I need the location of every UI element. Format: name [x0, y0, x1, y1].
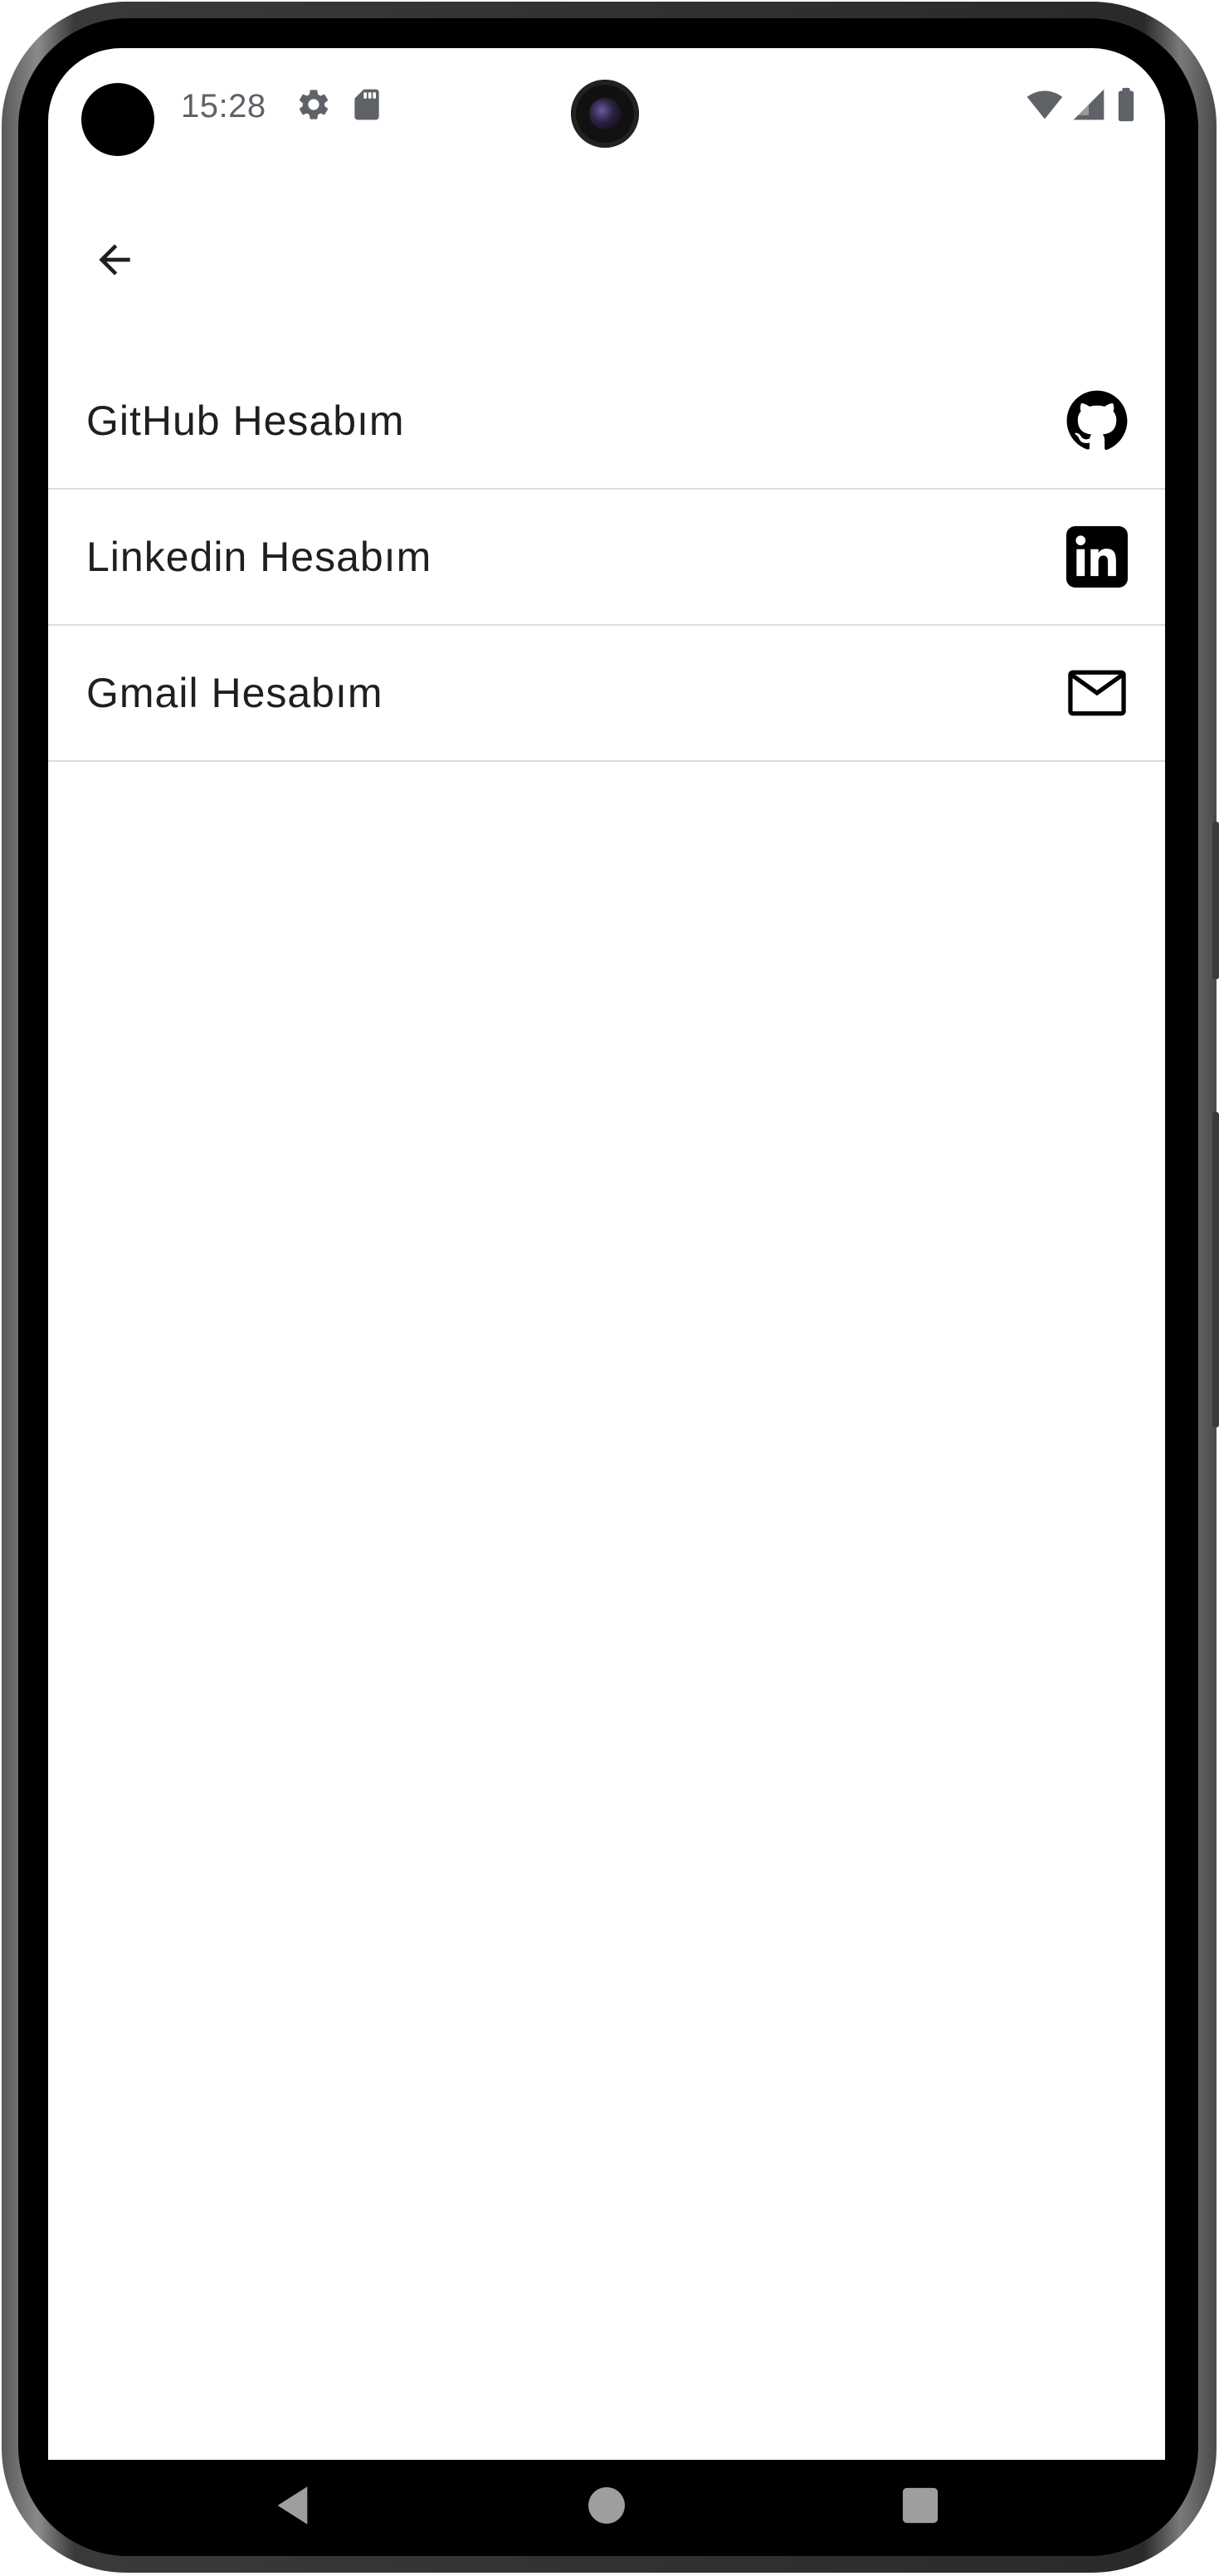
screen: 15:28 GitHub Hesabım Linkedin Hesabım Gm…	[48, 48, 1165, 2460]
list-item-label: GitHub Hesabım	[86, 398, 405, 444]
nav-back-button[interactable]	[256, 2468, 330, 2543]
battery-icon	[1114, 86, 1150, 123]
accounts-list: GitHub Hesabım Linkedin Hesabım Gmail He…	[48, 354, 1165, 762]
home-circle-icon	[588, 2487, 625, 2524]
linkedin-icon	[1065, 525, 1129, 588]
camera-lens	[589, 98, 621, 129]
app-bar	[48, 193, 1165, 326]
status-bar: 15:28	[48, 48, 1165, 164]
settings-icon	[295, 86, 332, 123]
power-button	[1212, 1112, 1219, 1427]
wifi-icon	[1026, 86, 1063, 123]
list-item-gmail[interactable]: Gmail Hesabım	[48, 626, 1165, 762]
arrow-back-icon	[99, 244, 130, 276]
signal-icon	[1070, 86, 1107, 123]
nav-home-button[interactable]	[569, 2468, 644, 2543]
back-triangle-icon	[277, 2486, 308, 2525]
device-canvas: 15:28 GitHub Hesabım Linkedin Hesabım Gm…	[0, 0, 1219, 2576]
navigation-bar	[48, 2460, 1165, 2551]
status-time: 15:28	[181, 88, 266, 124]
mail-icon	[1065, 661, 1129, 724]
list-item-label: Linkedin Hesabım	[86, 534, 432, 580]
front-camera	[571, 80, 639, 148]
nav-recents-button[interactable]	[883, 2468, 958, 2543]
list-item-linkedin[interactable]: Linkedin Hesabım	[48, 490, 1165, 626]
list-item-label: Gmail Hesabım	[86, 670, 383, 716]
list-item-github[interactable]: GitHub Hesabım	[48, 354, 1165, 490]
volume-button	[1212, 822, 1219, 979]
recents-square-icon	[902, 2487, 939, 2524]
status-dot	[81, 83, 154, 156]
sd-card-icon	[349, 86, 385, 123]
back-button[interactable]	[81, 227, 148, 293]
github-icon	[1065, 389, 1129, 452]
